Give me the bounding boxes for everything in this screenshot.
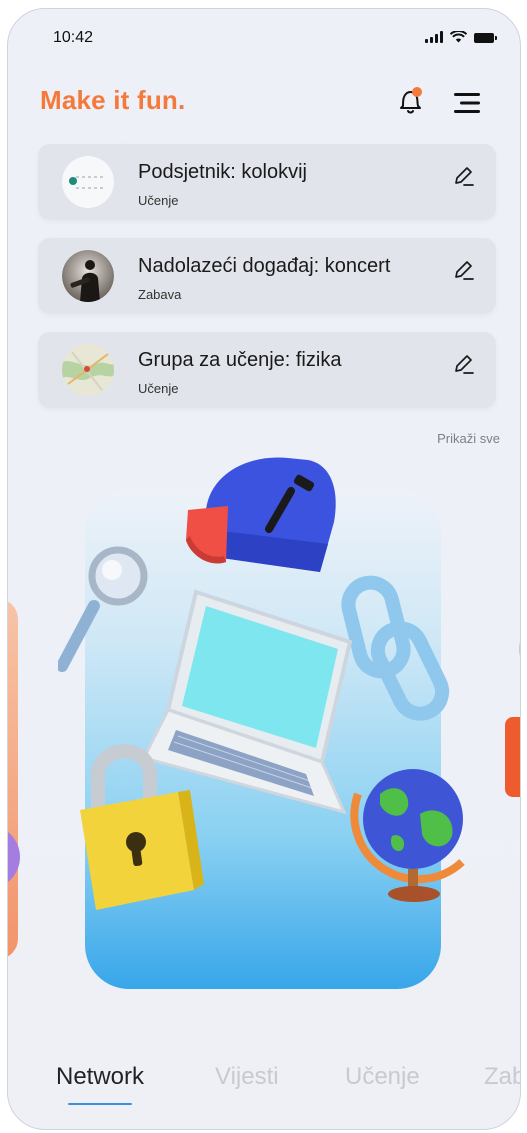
chain-link-icon [341, 575, 450, 721]
pencil-icon[interactable] [452, 352, 476, 376]
laptop-icon [141, 589, 353, 815]
tab-vijesti[interactable]: Vijesti [215, 1063, 279, 1091]
carousel-next-card[interactable]: N [505, 609, 521, 969]
pencil-icon[interactable] [452, 164, 476, 188]
notification-tag: Učenje [138, 381, 179, 396]
signal-icon [425, 31, 443, 43]
globe-icon [350, 769, 465, 902]
tab-network[interactable]: Network [56, 1063, 144, 1091]
battery-icon [474, 33, 497, 43]
pencil-icon[interactable] [452, 258, 476, 282]
status-icons [425, 31, 497, 43]
status-bar: 10:42 [8, 9, 520, 67]
tab-zabava[interactable]: Zab [484, 1063, 520, 1091]
menu-icon[interactable] [452, 91, 482, 115]
concert-thumbnail [62, 250, 114, 302]
brand-title: Make it fun. [40, 85, 186, 115]
map-thumbnail [62, 344, 114, 396]
notification-tag: Učenje [138, 193, 179, 208]
carousel-prev-card[interactable] [8, 599, 18, 959]
notification-card-reminder[interactable]: Podsjetnik: kolokvij Učenje [38, 144, 496, 220]
mailbox-icon [186, 457, 336, 572]
notification-card-event[interactable]: Nadolazeći događaj: koncert Zabava [38, 238, 496, 314]
notification-title: Nadolazeći događaj: koncert [138, 255, 391, 277]
padlock-icon [8, 832, 20, 882]
tab-ucenje[interactable]: Učenje [345, 1063, 420, 1091]
notification-card-study-group[interactable]: Grupa za učenje: fizika Učenje [38, 332, 496, 408]
active-tab-indicator [68, 1103, 132, 1105]
svg-text:N: N [519, 736, 521, 777]
network-illustration [58, 457, 465, 910]
bell-icon[interactable] [398, 85, 424, 117]
phone-frame: 10:42 Make it fun. Podsjetnik: kolokvij … [7, 8, 521, 1130]
notification-title: Podsjetnik: kolokvij [138, 161, 307, 183]
notification-title: Grupa za učenje: fizika [138, 349, 342, 371]
padlock-icon [80, 744, 204, 910]
magnifier-icon [58, 546, 148, 673]
notification-tag: Zabava [138, 287, 182, 302]
status-time: 10:42 [53, 29, 94, 46]
wifi-icon [450, 31, 467, 43]
calendar-thumbnail [62, 156, 114, 208]
